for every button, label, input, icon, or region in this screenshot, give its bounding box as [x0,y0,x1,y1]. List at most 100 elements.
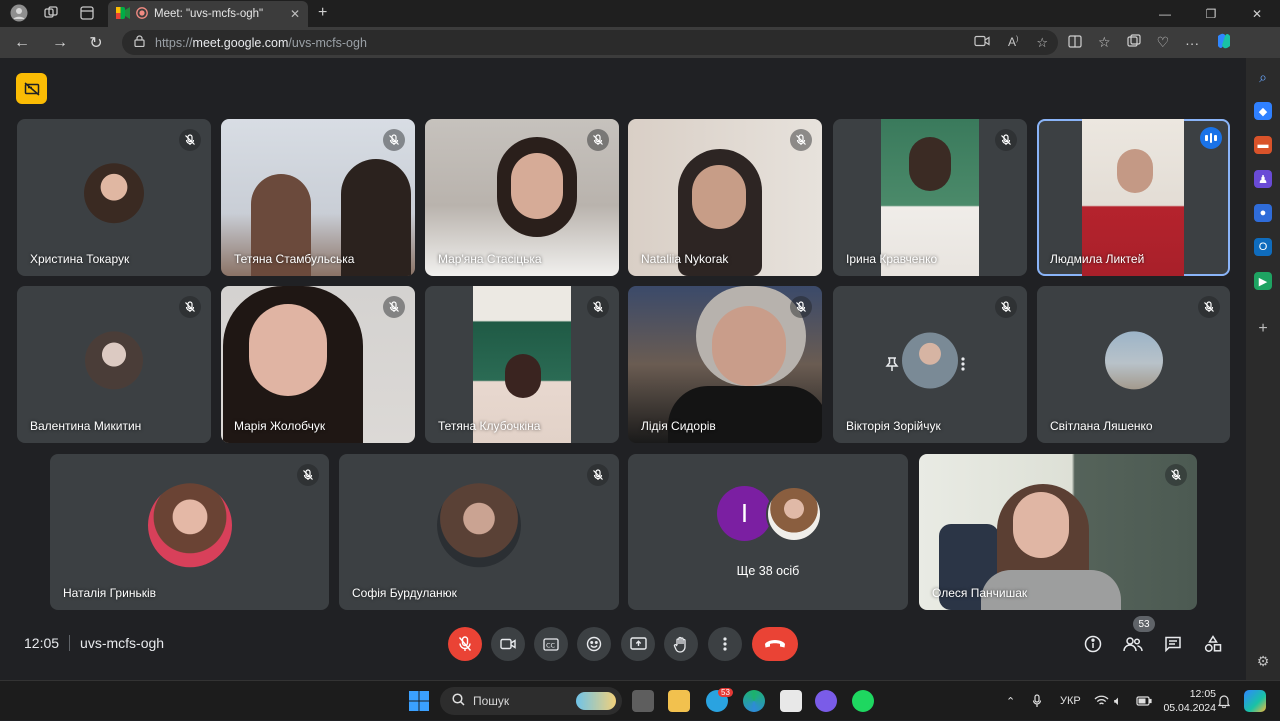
participant-tile[interactable]: Тетяна Клубочкіна [425,286,619,443]
leave-call-button[interactable] [752,627,798,661]
participant-tile[interactable]: Марія Жолобчук [221,286,415,443]
participant-tile[interactable]: Софія Бурдуланюк [339,454,619,610]
favorites-icon[interactable]: ☆ [1098,34,1111,51]
copilot-taskbar-icon[interactable] [1244,690,1266,712]
minimize-icon[interactable]: — [1142,0,1188,27]
telegram-badge: 53 [718,688,733,697]
mic-toggle-button[interactable] [448,627,482,661]
more-options-button[interactable] [708,627,742,661]
edge-taskbar-icon[interactable] [743,690,765,712]
participant-tile[interactable]: Людмила Ликтей [1037,119,1230,276]
browser-tab-bar: Meet: "uvs-mcfs-ogh" ✕ + — ❐ ✕ [0,0,1280,27]
close-window-icon[interactable]: ✕ [1234,0,1280,27]
participants-count-badge: 53 [1133,616,1155,632]
copilot-sidebar-icon[interactable]: ● [1254,204,1272,222]
participant-tile[interactable]: Тетяна Стамбульська [221,119,415,276]
task-view-icon[interactable] [632,690,654,712]
participant-name: Людмила Ликтей [1050,252,1145,266]
participant-tile[interactable]: Ірина Кравченко [833,119,1027,276]
tab-title: Meet: "uvs-mcfs-ogh" [154,8,264,20]
volume-icon[interactable]: 🔈︎ [1114,681,1122,721]
participant-tile[interactable]: Олеся Панчишак [919,454,1197,610]
mic-muted-icon [790,129,812,151]
forward-icon[interactable]: → [42,34,78,52]
drop-icon[interactable]: ▶ [1254,272,1272,290]
meeting-details-icon[interactable] [1082,633,1104,655]
start-icon[interactable] [408,690,430,712]
present-screen-button[interactable] [621,627,655,661]
maximize-icon[interactable]: ❐ [1188,0,1234,27]
read-aloud-icon[interactable]: A) [1008,35,1018,51]
participant-tile[interactable]: Мар'яна Стасіцька [425,119,619,276]
camera-in-use-icon[interactable] [974,35,990,51]
others-tile[interactable]: І Ще 38 осіб [628,454,908,610]
copilot-icon[interactable] [1215,32,1233,53]
meet-main: Христина Токарук Тетяна Стамбульська Мар… [0,58,1246,680]
notifications-icon[interactable] [1218,681,1230,721]
more-menu-icon[interactable]: ··· [1185,35,1199,51]
search-icon[interactable]: ⌕ [1254,68,1272,86]
participant-tile[interactable]: Світлана Ляшенко [1037,286,1230,443]
file-explorer-icon[interactable] [668,690,690,712]
shopping-icon[interactable]: ◆ [1254,102,1272,120]
favorite-star-icon[interactable]: ☆ [1036,35,1048,51]
spotify-icon[interactable] [852,690,874,712]
tab-meet[interactable]: Meet: "uvs-mcfs-ogh" ✕ [108,1,308,27]
url-bar[interactable]: https://meet.google.com/uvs-mcfs-ogh A) … [122,30,1058,55]
participant-video [712,306,786,386]
tools-icon[interactable]: ▬ [1254,136,1272,154]
recording-icon [136,6,148,22]
collections-icon[interactable] [1126,34,1141,51]
people-icon[interactable] [1122,633,1144,655]
participant-name: Ірина Кравченко [846,252,938,266]
mic-muted-icon [383,296,405,318]
participant-tile[interactable]: Валентина Микитин [17,286,211,443]
back-icon[interactable]: ← [4,34,40,52]
mic-muted-icon [1198,296,1220,318]
games-icon[interactable]: ♟ [1254,170,1272,188]
camera-toggle-button[interactable] [491,627,525,661]
profile-icon[interactable] [8,2,30,24]
lock-icon[interactable] [134,35,145,50]
tray-overflow-icon[interactable]: ⌃ [1006,681,1015,721]
participant-name: Наталія Гриньків [63,586,156,600]
divider [69,635,71,651]
outlook-icon[interactable]: O [1254,238,1272,256]
split-screen-icon[interactable] [1068,34,1082,51]
add-sidebar-app-icon[interactable]: + [1254,320,1272,338]
battery-icon[interactable] [1136,681,1152,721]
raise-hand-button[interactable] [664,627,698,661]
close-tab-icon[interactable]: ✕ [290,7,300,21]
captions-button[interactable]: CC [534,627,568,661]
participant-tile[interactable]: Nataliia Nykorak [628,119,822,276]
viber-icon[interactable] [815,690,837,712]
wifi-icon[interactable] [1094,681,1109,721]
workspaces-icon[interactable] [40,2,62,24]
keyboard-language[interactable]: УКР [1060,681,1081,721]
participant-tile[interactable]: Вікторія Зорійчук [833,286,1027,443]
system-clock[interactable]: 12:05 05.04.2024 [1160,687,1216,715]
reload-icon[interactable]: ↻ [78,33,114,53]
activities-icon[interactable] [1202,633,1224,655]
more-options-icon[interactable] [961,356,965,376]
participant-name: Мар'яна Стасіцька [438,252,542,266]
browser-essentials-icon[interactable]: ♡ [1157,34,1170,51]
new-tab-icon[interactable]: + [318,4,327,22]
camera-off-badge[interactable] [16,73,47,104]
meeting-code: uvs-mcfs-ogh [80,635,165,651]
chat-icon[interactable] [1162,633,1184,655]
clock-date: 05.04.2024 [1163,702,1216,714]
pin-icon[interactable] [885,356,899,376]
participant-tile[interactable]: Христина Токарук [17,119,211,276]
meeting-time: 12:05 [24,635,60,651]
participant-tile[interactable]: Наталія Гриньків [50,454,329,610]
store-icon[interactable] [780,690,802,712]
tray-mic-icon[interactable] [1032,681,1042,721]
taskbar-search[interactable]: Пошук [440,687,622,715]
mic-muted-icon [1165,464,1187,486]
tab-actions-icon[interactable] [76,2,98,24]
sidebar-settings-icon[interactable]: ⚙ [1254,652,1272,670]
reactions-button[interactable] [577,627,611,661]
participant-tile[interactable]: Лідія Сидорів [628,286,822,443]
participant-name: Олеся Панчишак [932,586,1028,600]
